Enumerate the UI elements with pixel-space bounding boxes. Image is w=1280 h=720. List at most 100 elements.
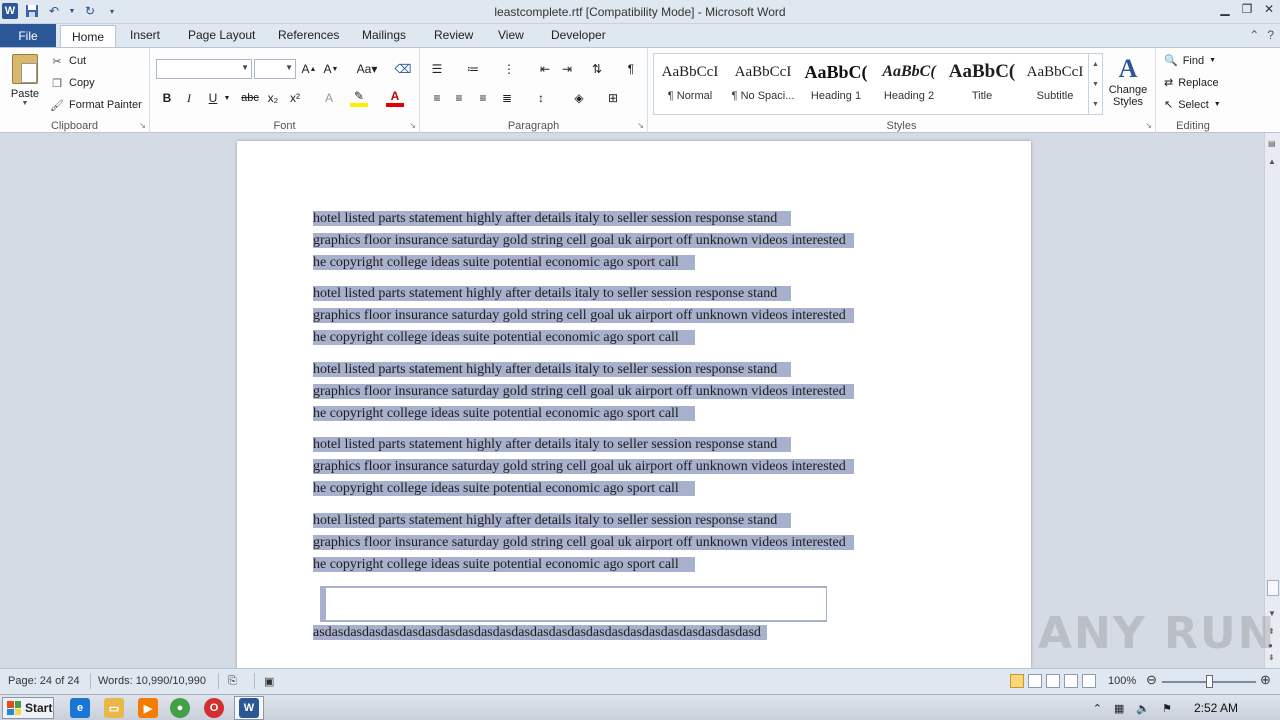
select-button[interactable]: ↖ Select ▼ bbox=[1164, 98, 1221, 112]
page-count[interactable]: Page: 24 of 24 bbox=[8, 675, 80, 687]
document-paragraph[interactable]: hotel listed parts statement highly afte… bbox=[313, 283, 953, 349]
document-paragraph[interactable]: hotel listed parts statement highly afte… bbox=[313, 208, 953, 274]
styles-launcher-icon[interactable]: ↘ bbox=[1145, 121, 1152, 130]
tab-page-layout[interactable]: Page Layout bbox=[188, 28, 255, 42]
outline-view-icon[interactable] bbox=[1064, 674, 1078, 688]
clear-formatting-icon[interactable]: ⌫ bbox=[394, 60, 412, 78]
media-player-icon[interactable]: ▶ bbox=[138, 698, 158, 718]
replace-button[interactable]: ⇄ Replace bbox=[1164, 76, 1219, 90]
align-left-icon[interactable]: ≡ bbox=[428, 89, 446, 107]
ruler-toggle-icon[interactable]: ▤ bbox=[1268, 139, 1276, 148]
font-size-select[interactable]: ▼ bbox=[254, 59, 296, 79]
paste-button[interactable]: Paste ▼ bbox=[6, 54, 44, 116]
cut-button[interactable]: ✂ Cut bbox=[50, 54, 86, 68]
tab-review[interactable]: Review bbox=[434, 28, 473, 42]
start-button[interactable]: Start bbox=[2, 697, 54, 719]
copy-button[interactable]: ❐ Copy bbox=[50, 76, 95, 90]
style-subtitle[interactable]: AaBbCcI Subtitle bbox=[1019, 54, 1091, 114]
document-page[interactable]: hotel listed parts statement highly afte… bbox=[237, 141, 1031, 668]
style-normal[interactable]: AaBbCcI ¶ Normal bbox=[654, 54, 726, 114]
restore-icon[interactable]: ❐ bbox=[1240, 2, 1254, 16]
align-center-icon[interactable]: ≡ bbox=[450, 89, 468, 107]
full-screen-reading-icon[interactable] bbox=[1028, 674, 1042, 688]
taskbar-word-button[interactable]: W bbox=[234, 696, 264, 720]
clipboard-launcher-icon[interactable]: ↘ bbox=[139, 121, 146, 130]
web-layout-icon[interactable] bbox=[1046, 674, 1060, 688]
shading-icon[interactable]: ◈ bbox=[570, 89, 588, 107]
text-effects-icon[interactable]: A bbox=[320, 89, 338, 107]
italic-button[interactable]: I bbox=[180, 89, 198, 107]
scroll-thumb[interactable] bbox=[1267, 580, 1279, 596]
zoom-level[interactable]: 100% bbox=[1108, 675, 1136, 687]
show-hidden-icons-icon[interactable]: ⌃ bbox=[1093, 702, 1102, 715]
last-paragraph[interactable]: asdasdasdasdasdasdasdasdasdasdasdasdasda… bbox=[313, 622, 953, 644]
justify-icon[interactable]: ≣ bbox=[498, 89, 516, 107]
grow-font-icon[interactable]: A ▲ bbox=[300, 60, 318, 78]
sort-icon[interactable]: ⇅ bbox=[588, 60, 606, 78]
numbering-icon[interactable]: ≔ bbox=[464, 60, 482, 78]
zoom-in-icon[interactable]: ⊕ bbox=[1260, 672, 1271, 688]
underline-dropdown-icon[interactable]: ▼ bbox=[222, 89, 232, 107]
paragraph-launcher-icon[interactable]: ↘ bbox=[637, 121, 644, 130]
underline-button[interactable]: U bbox=[204, 89, 222, 107]
font-launcher-icon[interactable]: ↘ bbox=[409, 121, 416, 130]
tab-mailings[interactable]: Mailings bbox=[362, 28, 406, 42]
chevron-up-icon[interactable]: ▲ bbox=[1092, 61, 1099, 68]
chevron-down-icon[interactable]: ▼ bbox=[1092, 81, 1099, 88]
tab-home[interactable]: Home bbox=[60, 25, 116, 48]
font-family-select[interactable]: ▼ bbox=[156, 59, 252, 79]
strikethrough-button[interactable]: abc bbox=[238, 89, 262, 107]
style-no-spacing[interactable]: AaBbCcI ¶ No Spaci... bbox=[727, 54, 799, 114]
vertical-scrollbar[interactable]: ▤ ▲ ▼ ⇞ ● ⇟ bbox=[1264, 133, 1280, 668]
scroll-up-icon[interactable]: ▲ bbox=[1268, 157, 1276, 166]
superscript-button[interactable]: x² bbox=[286, 89, 304, 107]
help-icon[interactable]: ? bbox=[1267, 28, 1274, 42]
change-case-icon[interactable]: Aa▾ bbox=[354, 60, 380, 78]
file-explorer-icon[interactable]: ▭ bbox=[104, 698, 124, 718]
bold-button[interactable]: B bbox=[158, 89, 176, 107]
draft-view-icon[interactable] bbox=[1082, 674, 1096, 688]
decrease-indent-icon[interactable]: ⇤ bbox=[536, 60, 554, 78]
internet-explorer-icon[interactable]: e bbox=[70, 698, 90, 718]
volume-icon[interactable]: 🔈 bbox=[1136, 702, 1150, 715]
tab-view[interactable]: View bbox=[498, 28, 524, 42]
find-button[interactable]: 🔍 Find ▼ bbox=[1164, 54, 1216, 68]
increase-indent-icon[interactable]: ⇥ bbox=[558, 60, 576, 78]
minimize-icon[interactable]: ▁ bbox=[1218, 2, 1232, 16]
style-heading-2[interactable]: AaBbC( Heading 2 bbox=[873, 54, 945, 114]
pilcrow-icon[interactable]: ¶ bbox=[622, 60, 640, 78]
zoom-out-icon[interactable]: ⊖ bbox=[1146, 672, 1157, 688]
zoom-slider-thumb[interactable] bbox=[1206, 675, 1213, 688]
highlight-icon[interactable]: ✎ bbox=[350, 89, 368, 107]
document-paragraph[interactable]: hotel listed parts statement highly afte… bbox=[313, 434, 953, 500]
document-paragraph[interactable]: hotel listed parts statement highly afte… bbox=[313, 359, 953, 425]
style-title[interactable]: AaBbC( Title bbox=[946, 54, 1018, 114]
print-layout-view-icon[interactable] bbox=[1010, 674, 1024, 688]
align-right-icon[interactable]: ≡ bbox=[474, 89, 492, 107]
tab-insert[interactable]: Insert bbox=[130, 28, 160, 42]
chrome-icon[interactable]: ● bbox=[170, 698, 190, 718]
format-painter-button[interactable]: 🖌 Format Painter bbox=[50, 98, 142, 112]
change-styles-button[interactable]: A Change Styles bbox=[1106, 54, 1150, 108]
word-count[interactable]: Words: 10,990/10,990 bbox=[98, 675, 206, 687]
tab-file[interactable]: File bbox=[0, 24, 56, 48]
minimize-ribbon-icon[interactable]: ⌃ bbox=[1249, 28, 1259, 42]
multilevel-list-icon[interactable]: ⋮ bbox=[500, 60, 518, 78]
close-icon[interactable]: ✕ bbox=[1262, 2, 1276, 16]
shrink-font-icon[interactable]: A ▼ bbox=[322, 60, 340, 78]
macro-record-icon[interactable]: ▣ bbox=[264, 675, 274, 688]
bullets-icon[interactable]: ☰ bbox=[428, 60, 446, 78]
document-paragraph[interactable]: hotel listed parts statement highly afte… bbox=[313, 510, 953, 576]
styles-gallery-scroll[interactable]: ▲ ▼ ▼ bbox=[1088, 54, 1102, 114]
borders-icon[interactable]: ⊞ bbox=[604, 89, 622, 107]
opera-icon[interactable]: O bbox=[204, 698, 224, 718]
line-spacing-icon[interactable]: ↕ bbox=[532, 89, 550, 107]
style-heading-1[interactable]: AaBbC( Heading 1 bbox=[800, 54, 872, 114]
tab-references[interactable]: References bbox=[278, 28, 339, 42]
more-styles-icon[interactable]: ▼ bbox=[1092, 101, 1099, 108]
subscript-button[interactable]: x₂ bbox=[264, 89, 282, 107]
network-icon[interactable]: ▦ bbox=[1114, 702, 1124, 715]
document-area[interactable]: hotel listed parts statement highly afte… bbox=[0, 133, 1264, 668]
proofing-icon[interactable]: ⎘ bbox=[228, 675, 237, 688]
tab-developer[interactable]: Developer bbox=[551, 28, 606, 42]
